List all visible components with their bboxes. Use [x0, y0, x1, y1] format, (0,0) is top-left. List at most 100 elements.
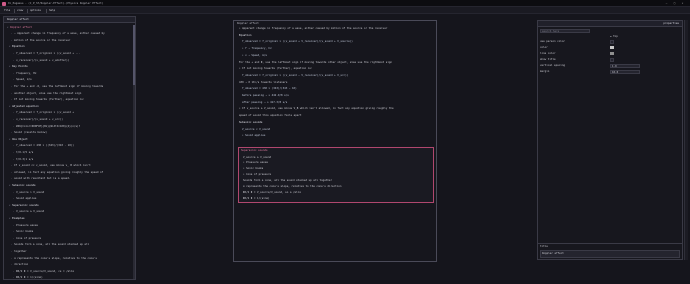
margin-input[interactable]: 10.0	[610, 69, 640, 74]
use-person-color-checkbox[interactable]	[610, 40, 614, 44]
outline-item[interactable]: · Sound applies	[13, 197, 130, 200]
outline-item-label: Adjusted equation	[12, 104, 39, 108]
outline-item[interactable]: ▾ Key Points	[9, 65, 130, 68]
prop-label: color	[540, 46, 548, 49]
menu-view[interactable]: view	[17, 9, 23, 12]
color-swatch[interactable]	[610, 46, 614, 49]
document-line: V_source < V_sound	[242, 127, 271, 131]
menu-separator	[46, 8, 47, 13]
outline-item-label: #Z6{Color=000FCE}{Bz}{Width=100}{4}(n/s)…	[16, 124, 81, 128]
app-icon	[2, 1, 6, 6]
outline-item-label: Φ0/2 Φ = 1/(sinα)	[16, 276, 43, 280]
outline-scrollbar[interactable]	[133, 25, 135, 279]
outline-item[interactable]: · direction	[11, 263, 130, 266]
prop-row-margin: margin	[540, 70, 549, 73]
outline-item-label: Sound (results below)	[14, 131, 47, 135]
title-textarea[interactable]: Doppler effect	[540, 250, 680, 258]
outline-item[interactable]: · V_source > V_sound	[13, 191, 130, 194]
outline-item[interactable]: · together	[11, 250, 130, 253]
supersonic-box[interactable]: Supersonic sounds V_source ≥ V_sound • Pre…	[238, 147, 434, 203]
menu-file[interactable]: file	[4, 9, 10, 12]
outline-item[interactable]: · f_observed = f_original × ((v_sound +	[13, 111, 130, 114]
outline-item-label: If v_sound << v_sound, use minus v_ B wh…	[14, 164, 91, 168]
outline-item-label: Sounds form a cone, all the sound stacke…	[14, 243, 90, 247]
outline-item[interactable]: · f_observed = 430 × ((343)/(343 - 10))	[13, 144, 130, 147]
properties-tab-top[interactable]: ▭ Top	[610, 35, 618, 38]
outline-item[interactable]: · Φ0/2 Φ = 1/(sinα)	[13, 276, 130, 279]
window-title: Xi_Pegasus - (C_P_ST/Doppler-Effect)-(Ph…	[8, 1, 104, 5]
outline-item[interactable]: ▾ Examples	[9, 217, 130, 220]
outline-item[interactable]: · α represents the cone's slope, relativ…	[11, 257, 130, 260]
menu-options[interactable]: options	[30, 9, 41, 12]
document-line: before passing → ≈ 442.9/8 s/s	[242, 94, 289, 97]
supersonic-line: Φ0/2 Φ = V_source/V_sound, so a /ellα	[243, 190, 301, 194]
bottom-title-label: title	[540, 245, 548, 248]
outline-item[interactable]: · If not moving towards (further), equat…	[11, 98, 130, 101]
outline-item[interactable]: · t/0.1/5 s/s	[13, 151, 130, 154]
outline-item-label: f_observed = f_original × ((v_sound + ..…	[16, 51, 81, 55]
document-line: f_observed = f_original × ((v_sound + V_…	[242, 40, 353, 44]
outline-item[interactable]: · v_receiver)/(v_sound + v_emitter))	[13, 59, 130, 62]
outline-item-label: Sound applies	[16, 197, 37, 201]
outline-item-label: V_source ≥ V_sound	[16, 210, 45, 214]
outline-item[interactable]: ▾ Doppler effect	[7, 26, 130, 29]
outline-item[interactable]: · Sound (results below)	[11, 131, 130, 134]
outline-item-label: Cone of pressure	[16, 236, 42, 240]
outline-item[interactable]: · Sounds form a cone, all the sound stac…	[11, 243, 130, 246]
supersonic-title: Supersonic sounds	[241, 149, 268, 152]
outline-item[interactable]: · Cone of pressure	[13, 237, 130, 240]
prop-label: margin	[540, 70, 550, 73]
outline-item[interactable]: · f_observed = f_original × ((v_sound + …	[13, 52, 130, 55]
document-line: • Apparent change in frequency of a wave…	[239, 27, 388, 30]
outline-item-label: One Object	[12, 137, 28, 141]
menu-separator	[27, 8, 28, 13]
outline-item[interactable]: · Speed, m/s	[13, 78, 130, 81]
maximize-button[interactable]: □	[672, 2, 677, 6]
outline-item[interactable]: · Pressure waves	[13, 224, 130, 227]
outline-item[interactable]: · allowed, in fact any equation giving r…	[11, 171, 130, 174]
outline-item[interactable]: ▾ Supersonic sounds	[9, 204, 130, 207]
outline-item[interactable]: ▾ Equation	[9, 45, 130, 48]
prop-row-color: color	[540, 46, 548, 49]
outline-item-label: — Apparent change in frequency of a wave…	[14, 32, 105, 36]
outline-item[interactable]: · sound with resultant but is a speed.	[11, 177, 130, 180]
outline-item-label: together	[14, 249, 27, 253]
outline-item[interactable]: · Sonic booms	[13, 230, 130, 233]
outline-item[interactable]: · #Z6{Color=000FCE}{Bz}{Width=100}{4}(n/…	[13, 125, 130, 128]
outline-item[interactable]: ▾ Subsonic sounds	[9, 184, 130, 187]
outline-item[interactable]: · t/0.3(1 s/s	[13, 158, 130, 161]
menu-help[interactable]: help	[49, 9, 55, 12]
outline-scroll-thumb[interactable]	[133, 25, 135, 85]
outline-item[interactable]: · — Apparent change in frequency of a wa…	[11, 32, 130, 35]
supersonic-line: Φ0/2 Φ = 1/(sinα)	[243, 196, 270, 200]
outline-item[interactable]: · frequency, Hz	[13, 72, 130, 75]
minimize-button[interactable]: —	[664, 2, 669, 6]
outline-item-label: f_observed = f_original × ((v_sound +	[16, 111, 74, 115]
close-button[interactable]: ✕	[680, 2, 685, 6]
document-subheading: Subsonic sounds	[239, 120, 263, 124]
supersonic-line: • Pressure waves	[243, 161, 268, 165]
outline-item[interactable]: ▾ Adjusted equation	[9, 105, 130, 108]
outline-item[interactable]: · If v_sound << v_sound, use minus v_ B …	[11, 164, 130, 167]
outline-item[interactable]: · For the + and -6, use the leftmost sig…	[11, 85, 130, 88]
outline-panel-header: Doppler effect	[4, 17, 135, 23]
properties-panel-title: properties	[663, 22, 679, 26]
document-line: f_observed = 430 × (343)/(343 − 10)	[242, 87, 297, 91]
outline-item[interactable]: · V_source ≥ V_sound	[13, 210, 130, 213]
document-header: Doppler effect	[237, 22, 259, 25]
outline-item[interactable]: · motion of the source or the receiver	[11, 39, 130, 42]
outline-item[interactable]: · Φ0/2 Φ = V_source/V_sound, cs = /ellα	[13, 270, 130, 273]
line-color-swatch[interactable]	[610, 52, 614, 55]
outline-item[interactable]: · another object, else use the rightmost…	[11, 92, 130, 95]
supersonic-line: Sounds form a cone, all the sound stacke…	[243, 179, 333, 183]
supersonic-line: α represents the cone's slope, relative …	[243, 185, 342, 188]
document-line: speed of sound this equation fails apart	[239, 114, 302, 118]
outline-item-label: allowed, in fact any equation giving rou…	[14, 170, 104, 174]
show-title-checkbox[interactable]	[610, 58, 614, 62]
outline-item-label: If not moving towards (further), equatio…	[14, 98, 85, 102]
outline-item[interactable]: ▾ One Object	[9, 138, 130, 141]
vertical-spacing-input[interactable]: 1.0	[610, 63, 640, 68]
properties-search-input[interactable]: search here	[540, 29, 590, 33]
outline-item[interactable]: · v_receiver)/(v_sound + v_src))	[13, 118, 130, 121]
document-line: f_observed = f_original × ((v_sound − V_…	[242, 73, 349, 77]
